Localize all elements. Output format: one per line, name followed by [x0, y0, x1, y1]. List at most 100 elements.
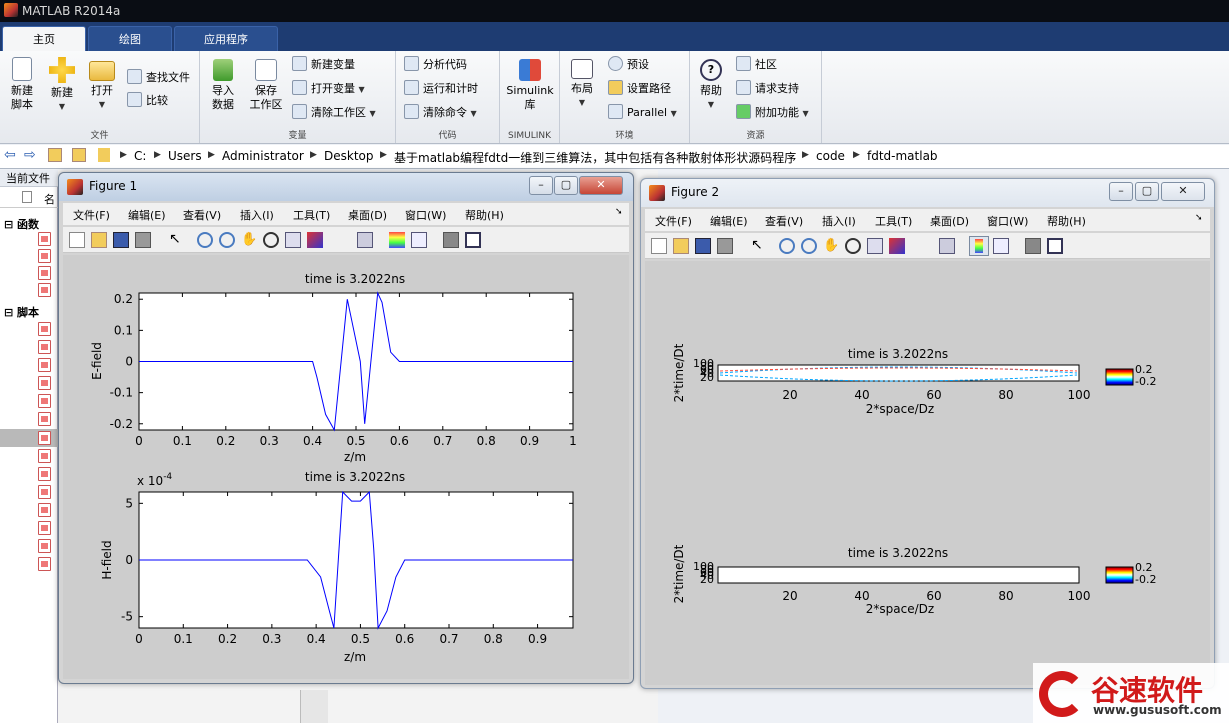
script-file-icon[interactable] — [38, 449, 51, 463]
menu-desktop[interactable]: 桌面(D) — [930, 213, 969, 229]
dock-arrow-icon[interactable]: ➘ — [615, 207, 623, 217]
crumb-project-folder[interactable]: 基于matlab编程fdtd一维到三维算法，其中包括有各种散射体形状源码程序 — [394, 149, 796, 166]
pointer-icon[interactable]: ↖ — [169, 232, 185, 248]
link-plot-icon[interactable] — [357, 232, 373, 248]
show-tools-icon[interactable] — [1047, 238, 1063, 254]
script-file-icon[interactable] — [38, 539, 51, 553]
up-folder-icon[interactable] — [48, 148, 62, 162]
crumb-desktop[interactable]: Desktop — [324, 149, 374, 163]
parallel-button[interactable]: Parallel ▼ — [608, 103, 677, 123]
script-file-icon[interactable] — [38, 340, 51, 354]
figure1-titlebar[interactable]: Figure 1 – ▢ ✕ — [59, 173, 633, 201]
add-ons-button[interactable]: 附加功能 ▼ — [736, 103, 809, 123]
crumb-users[interactable]: Users — [168, 149, 202, 163]
script-file-icon[interactable] — [38, 431, 51, 445]
open-file-icon[interactable] — [91, 232, 107, 248]
tab-home[interactable]: 主页 — [2, 26, 86, 51]
script-file-icon[interactable] — [38, 376, 51, 390]
import-data-button[interactable]: 导入 数据 — [206, 51, 240, 112]
script-file-icon[interactable] — [38, 521, 51, 535]
pointer-icon[interactable]: ↖ — [751, 238, 767, 254]
menu-desktop[interactable]: 桌面(D) — [348, 207, 387, 223]
new-button[interactable]: 新建 ▼ — [44, 51, 80, 114]
preferences-button[interactable]: 预设 — [608, 55, 649, 75]
script-file-icon[interactable] — [38, 485, 51, 499]
crumb-code[interactable]: code — [816, 149, 845, 163]
rotate-icon[interactable] — [845, 238, 861, 254]
new-variable-button[interactable]: 新建变量 — [292, 55, 355, 75]
tab-plots[interactable]: 绘图 — [88, 26, 172, 51]
dock-arrow-icon[interactable]: ➘ — [1195, 213, 1203, 223]
figure2-titlebar[interactable]: Figure 2 – ▢ ✕ — [641, 179, 1214, 207]
compare-button[interactable]: 比较 — [127, 91, 168, 111]
clear-commands-button[interactable]: 清除命令 ▼ — [404, 103, 477, 123]
zoom-in-icon[interactable] — [779, 238, 795, 254]
section-functions[interactable]: ⊟ 函数 — [4, 216, 39, 232]
script-file-icon[interactable] — [38, 394, 51, 408]
help-button[interactable]: ? 帮助 ▼ — [696, 51, 726, 112]
script-file-icon[interactable] — [38, 557, 51, 571]
open-variable-button[interactable]: 打开变量 ▼ — [292, 79, 365, 99]
close-button[interactable]: ✕ — [579, 176, 623, 195]
tab-apps[interactable]: 应用程序 — [174, 26, 278, 51]
show-tools-icon[interactable] — [465, 232, 481, 248]
request-support-button[interactable]: 请求支持 — [736, 79, 799, 99]
new-figure-icon[interactable] — [651, 238, 667, 254]
menu-edit[interactable]: 编辑(E) — [128, 207, 166, 223]
script-file-icon[interactable] — [38, 503, 51, 517]
close-button[interactable]: ✕ — [1161, 182, 1205, 201]
crumb-drive[interactable]: C: — [134, 149, 146, 163]
maximize-button[interactable]: ▢ — [1135, 182, 1159, 201]
function-file-icon[interactable] — [38, 266, 51, 280]
menu-view[interactable]: 查看(V) — [765, 213, 803, 229]
menu-window[interactable]: 窗口(W) — [405, 207, 446, 223]
menu-insert[interactable]: 插入(I) — [822, 213, 856, 229]
menu-insert[interactable]: 插入(I) — [240, 207, 274, 223]
menu-view[interactable]: 查看(V) — [183, 207, 221, 223]
rotate-icon[interactable] — [263, 232, 279, 248]
layout-button[interactable]: 布局 ▼ — [564, 51, 600, 110]
section-scripts[interactable]: ⊟ 脚本 — [4, 304, 39, 320]
hide-tools-icon[interactable] — [443, 232, 459, 248]
set-path-button[interactable]: 设置路径 — [608, 79, 671, 99]
save-icon[interactable] — [695, 238, 711, 254]
crumb-administrator[interactable]: Administrator — [222, 149, 304, 163]
zoom-out-icon[interactable] — [801, 238, 817, 254]
legend-icon[interactable] — [411, 232, 427, 248]
data-cursor-icon[interactable] — [867, 238, 883, 254]
menu-tools[interactable]: 工具(T) — [875, 213, 912, 229]
crumb-fdtd-matlab[interactable]: fdtd-matlab — [867, 149, 938, 163]
save-workspace-button[interactable]: 保存 工作区 — [244, 51, 288, 112]
new-figure-icon[interactable] — [69, 232, 85, 248]
function-file-icon[interactable] — [38, 232, 51, 246]
function-file-icon[interactable] — [38, 283, 51, 297]
open-file-icon[interactable] — [673, 238, 689, 254]
menu-file[interactable]: 文件(F) — [655, 213, 692, 229]
print-icon[interactable] — [135, 232, 151, 248]
menu-file[interactable]: 文件(F) — [73, 207, 110, 223]
run-time-button[interactable]: 运行和计时 — [404, 79, 478, 99]
minimize-button[interactable]: – — [529, 176, 553, 195]
script-file-icon[interactable] — [38, 358, 51, 372]
browse-folder-icon[interactable] — [72, 148, 86, 162]
pan-icon[interactable]: ✋ — [241, 232, 257, 248]
link-plot-icon[interactable] — [939, 238, 955, 254]
new-script-button[interactable]: 新建 脚本 — [4, 51, 40, 112]
maximize-button[interactable]: ▢ — [554, 176, 578, 195]
script-file-icon[interactable] — [38, 467, 51, 481]
zoom-in-icon[interactable] — [197, 232, 213, 248]
clear-workspace-button[interactable]: 清除工作区 ▼ — [292, 103, 376, 123]
find-files-button[interactable]: 查找文件 — [127, 68, 190, 88]
simulink-library-button[interactable]: Simulink 库 — [504, 51, 556, 112]
scrollbar[interactable] — [300, 690, 328, 723]
pan-icon[interactable]: ✋ — [823, 238, 839, 254]
legend-icon[interactable] — [993, 238, 1009, 254]
forward-arrow-icon[interactable]: ⇨ — [24, 147, 36, 163]
brush-icon[interactable] — [307, 232, 323, 248]
menu-tools[interactable]: 工具(T) — [293, 207, 330, 223]
minimize-button[interactable]: – — [1109, 182, 1133, 201]
menu-help[interactable]: 帮助(H) — [465, 207, 504, 223]
back-arrow-icon[interactable]: ⇦ — [4, 147, 16, 163]
open-button[interactable]: 打开 ▼ — [84, 51, 120, 112]
save-icon[interactable] — [113, 232, 129, 248]
